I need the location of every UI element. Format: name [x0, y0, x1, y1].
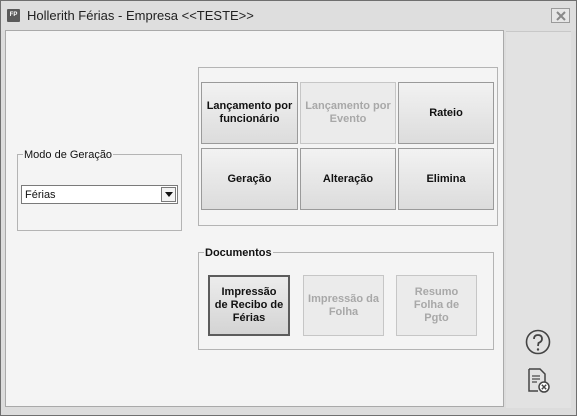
close-window-button[interactable] [551, 8, 570, 23]
modo-geracao-select[interactable]: Férias [21, 185, 178, 204]
side-toolbar [506, 31, 571, 408]
modo-geracao-label: Modo de Geração [23, 149, 114, 161]
alteracao-button[interactable]: Alteração [300, 148, 396, 210]
title-bar[interactable]: FP Hollerith Férias - Empresa <<TESTE>> [1, 1, 576, 31]
help-button[interactable] [524, 328, 552, 356]
app-icon: FP [7, 9, 20, 22]
window-title: Hollerith Férias - Empresa <<TESTE>> [27, 8, 254, 23]
chevron-down-icon [165, 192, 173, 197]
rateio-button[interactable]: Rateio [398, 82, 494, 144]
geracao-button[interactable]: Geração [201, 148, 298, 210]
resumo-folha-button[interactable]: Resumo Folha de Pgto [396, 275, 477, 336]
lancamento-evento-button[interactable]: Lançamento por Evento [300, 82, 396, 144]
impressao-recibo-button[interactable]: Impressão de Recibo de Férias [208, 275, 290, 336]
impressao-folha-button[interactable]: Impressão da Folha [303, 275, 384, 336]
close-document-icon [528, 368, 550, 393]
documentos-label: Documentos [204, 247, 273, 259]
lancamento-funcionario-button[interactable]: Lançamento por funcionário [201, 82, 298, 144]
close-document-button[interactable] [524, 366, 552, 394]
dropdown-button[interactable] [161, 187, 176, 202]
close-icon [556, 11, 566, 21]
elimina-button[interactable]: Elimina [398, 148, 494, 210]
modo-geracao-value: Férias [25, 189, 56, 201]
help-icon [525, 329, 551, 355]
